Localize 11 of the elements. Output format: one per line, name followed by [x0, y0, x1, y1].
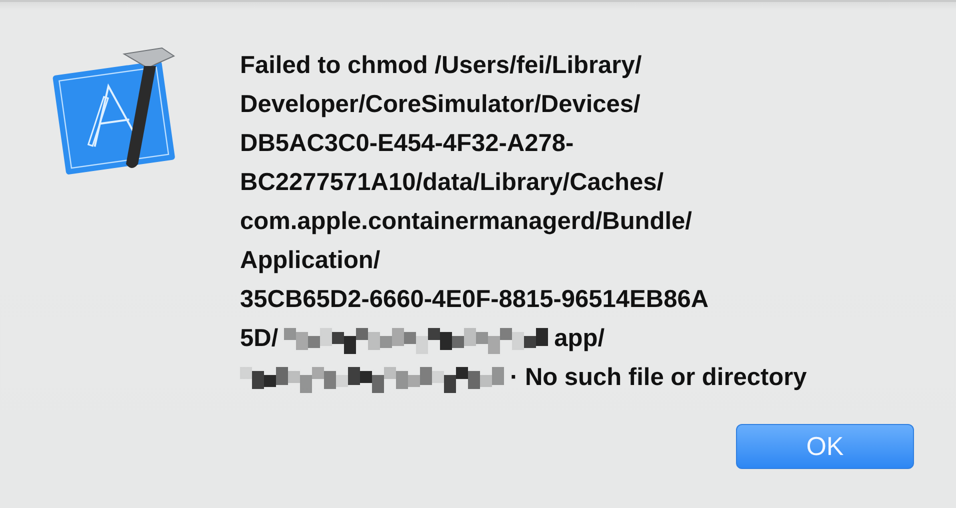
- message-text: Application/: [240, 246, 380, 274]
- message-text: DB5AC3C0-E454-4F32-A278-: [240, 130, 574, 158]
- message-text: 35CB65D2-6660-4E0F-8815-96514EB86A: [240, 286, 709, 314]
- message-text: BC2277571A10/data/Library/Caches/: [240, 168, 664, 196]
- message-text: · No such file or directory: [510, 364, 807, 392]
- message-text: app/: [554, 324, 605, 352]
- message-text: Failed to chmod /Users/fei/Library/: [240, 52, 642, 80]
- message-text: Developer/CoreSimulator/Devices/: [240, 90, 640, 118]
- message-text: 5D/: [240, 324, 278, 352]
- ok-button[interactable]: OK: [736, 424, 914, 469]
- message-text: com.apple.containermanagerd/Bundle/: [240, 208, 692, 236]
